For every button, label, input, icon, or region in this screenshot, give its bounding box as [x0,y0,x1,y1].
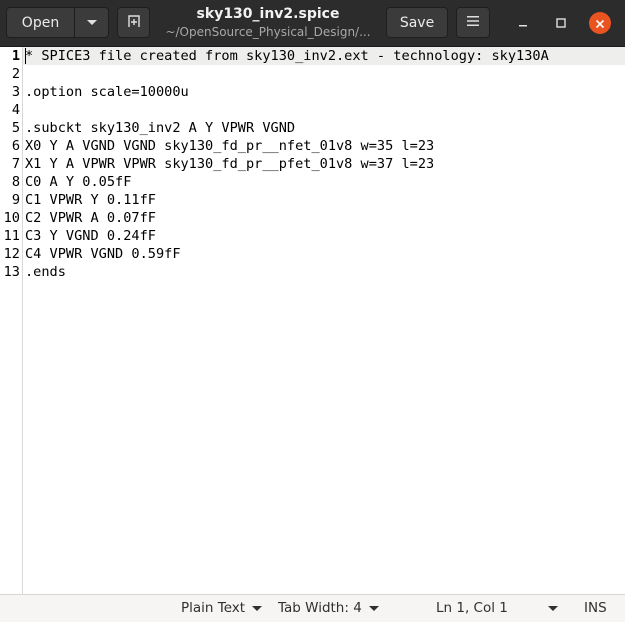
code-line[interactable]: X0 Y A VGND VGND sky130_fd_pr__nfet_01v8… [25,137,434,155]
line-number: 6 [11,138,20,154]
close-icon [595,14,605,33]
open-button[interactable]: Open [6,7,75,38]
text-editor[interactable]: 1 2 3 4 5 6 7 8 9 10 11 12 13 * SPICE3 f… [0,47,625,594]
main-menu-button[interactable] [456,7,490,38]
window-title: sky130_inv2.spice [196,6,340,22]
caret-down-icon [368,605,379,611]
insert-mode-indicator[interactable]: INS [584,600,607,616]
line-number: 7 [11,156,20,172]
open-button-label: Open [21,14,60,31]
open-recent-menu-button[interactable] [74,7,109,38]
cursor-position-selector[interactable]: Ln 1, Col 1 [436,600,558,616]
new-tab-button[interactable] [117,7,150,38]
save-button-label: Save [399,14,435,31]
code-line[interactable]: .subckt sky130_inv2 A Y VPWR VGND [25,119,295,137]
line-number: 1 [11,48,20,64]
line-number: 12 [3,246,20,262]
code-line[interactable]: X1 Y A VPWR VPWR sky130_fd_pr__pfet_01v8… [25,155,434,173]
maximize-icon [555,14,567,33]
status-bar: Plain Text Tab Width: 4 Ln 1, Col 1 INS [0,594,625,622]
line-number: 2 [11,66,20,82]
line-number: 9 [11,192,20,208]
line-number-gutter: 1 2 3 4 5 6 7 8 9 10 11 12 13 [0,47,23,594]
chevron-down-icon [86,15,98,31]
line-number: 11 [3,228,20,244]
line-number: 5 [11,120,20,136]
tab-width-label: Tab Width: 4 [278,600,362,616]
code-line[interactable]: C3 Y VGND 0.24fF [25,227,156,245]
tab-width-selector[interactable]: Tab Width: 4 [278,600,379,616]
cursor-position-label: Ln 1, Col 1 [436,600,508,616]
window-subtitle-path: ~/OpenSource_Physical_Design/... [165,25,371,39]
caret-down-icon [547,605,558,611]
code-line[interactable]: C2 VPWR A 0.07fF [25,209,156,227]
line-number: 3 [11,84,20,100]
line-number: 13 [3,264,20,280]
maximize-button[interactable] [550,12,572,34]
line-number: 8 [11,174,20,190]
code-line[interactable]: C1 VPWR Y 0.11fF [25,191,156,209]
line-number: 10 [3,210,20,226]
window-title-area: sky130_inv2.spice ~/OpenSource_Physical_… [160,5,376,40]
code-line[interactable]: .ends [25,263,66,281]
language-selector[interactable]: Plain Text [181,600,263,616]
insert-mode-label: INS [584,600,607,616]
code-line[interactable]: C0 A Y 0.05fF [25,173,131,191]
line-number: 4 [11,102,20,118]
hamburger-menu-icon [466,15,480,31]
text-cursor [25,48,26,64]
text-editor-window: Open sky130_inv2.spice ~/OpenSource_Phys… [0,0,625,622]
minimize-icon [517,14,529,33]
minimize-button[interactable] [512,12,534,34]
code-line[interactable]: .option scale=10000u [25,83,189,101]
code-line[interactable]: C4 VPWR VGND 0.59fF [25,245,181,263]
close-button[interactable] [589,12,611,34]
save-button[interactable]: Save [386,7,448,38]
new-tab-icon [126,13,142,33]
code-line[interactable]: * SPICE3 file created from sky130_inv2.e… [25,47,549,65]
header-bar: Open sky130_inv2.spice ~/OpenSource_Phys… [0,0,625,47]
language-label: Plain Text [181,600,246,616]
caret-down-icon [252,605,263,611]
